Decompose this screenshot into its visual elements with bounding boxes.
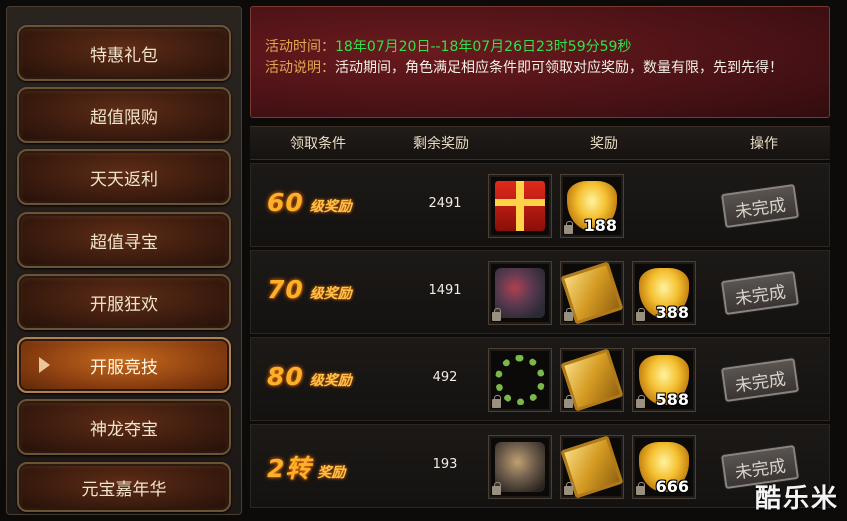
- lock-icon: [492, 308, 501, 321]
- header-remaining: 剩余奖励: [413, 136, 469, 152]
- reward-count: 188: [583, 216, 617, 235]
- reward-slot[interactable]: 588: [632, 348, 696, 412]
- activity-desc-value: 活动期间，角色满足相应条件即可领取对应奖励，数量有限，先到先得！: [335, 60, 783, 76]
- remaining-count: 193: [432, 457, 458, 472]
- level-condition: 60 级奖励: [267, 188, 352, 222]
- activity-time-label: 活动时间：: [265, 39, 335, 55]
- table-row: 2转 奖励 193 666 未完成: [250, 424, 830, 508]
- sidebar-item-label: 超值寻宝: [90, 232, 158, 253]
- sidebar-item-tiantian-fanli[interactable]: 天天返利: [17, 149, 231, 205]
- reward-count: 588: [655, 390, 689, 409]
- reward-slot[interactable]: 188: [560, 174, 624, 238]
- armor-icon: [495, 268, 545, 318]
- sidebar-item-label: 开服竞技: [90, 357, 158, 378]
- lock-icon: [636, 308, 645, 321]
- level-number: 2转: [267, 454, 312, 483]
- selected-arrow-icon: [39, 357, 50, 373]
- incomplete-button[interactable]: 未完成: [720, 184, 800, 228]
- reward-slot[interactable]: [488, 174, 552, 238]
- lock-icon: [492, 482, 501, 495]
- header-condition: 领取条件: [290, 136, 346, 152]
- lock-icon: [564, 395, 573, 408]
- sidebar-item-shenlong-duobao[interactable]: 神龙夺宝: [17, 399, 231, 455]
- lock-icon: [636, 395, 645, 408]
- level-condition: 70 级奖励: [267, 275, 352, 309]
- remaining-count: 2491: [428, 196, 462, 211]
- sidebar-item-label: 神龙夺宝: [90, 419, 158, 440]
- site-watermark: 酷乐米: [754, 484, 839, 514]
- reward-count: 666: [655, 477, 689, 496]
- reward-slot[interactable]: 666: [632, 435, 696, 499]
- reward-slot[interactable]: [488, 435, 552, 499]
- lock-icon: [564, 221, 573, 234]
- reward-slot[interactable]: [488, 261, 552, 325]
- level-number: 60: [267, 188, 304, 217]
- level-condition: 80 级奖励: [267, 362, 352, 396]
- sidebar-item-kaifu-jingji[interactable]: 开服竞技: [17, 337, 231, 393]
- activity-desc-line: 活动说明：活动期间，角色满足相应条件即可领取对应奖励，数量有限，先到先得！: [265, 58, 815, 79]
- level-condition: 2转 奖励: [267, 449, 345, 483]
- table-row: 60 级奖励 2491 188 未完成: [250, 163, 830, 247]
- lock-icon: [492, 395, 501, 408]
- activity-info-banner: 活动时间：18年07月20日--18年07月26日23时59分59秒 活动说明：…: [250, 6, 830, 118]
- level-suffix: 级奖励: [309, 286, 352, 302]
- activity-desc-label: 活动说明：: [265, 60, 335, 76]
- sidebar-item-label: 开服狂欢: [90, 294, 158, 315]
- reward-slot[interactable]: [488, 348, 552, 412]
- level-suffix: 级奖励: [309, 199, 352, 215]
- remaining-count: 1491: [428, 283, 462, 298]
- activity-time-line: 活动时间：18年07月20日--18年07月26日23时59分59秒: [265, 37, 815, 58]
- lock-icon: [564, 482, 573, 495]
- reward-table-header: 领取条件 剩余奖励 奖励 操作: [250, 126, 830, 160]
- armor-icon: [495, 442, 545, 492]
- bead-necklace-icon: [495, 355, 545, 405]
- header-action: 操作: [750, 136, 778, 152]
- incomplete-button[interactable]: 未完成: [720, 271, 800, 315]
- sidebar-item-label: 天天返利: [90, 169, 158, 190]
- sidebar-item-tehui-libao[interactable]: 特惠礼包: [17, 25, 231, 81]
- table-row: 70 级奖励 1491 388 未完成: [250, 250, 830, 334]
- level-number: 70: [267, 275, 304, 304]
- activity-time-value: 18年07月20日--18年07月26日23时59分59秒: [335, 39, 632, 55]
- activity-sidebar: 特惠礼包 超值限购 天天返利 超值寻宝 开服狂欢 开服竞技 神龙夺宝 元宝嘉年华: [6, 6, 242, 515]
- sidebar-item-yuanbao-jianianhua[interactable]: 元宝嘉年华: [17, 462, 231, 512]
- level-suffix: 级奖励: [309, 373, 352, 389]
- sidebar-item-label: 元宝嘉年华: [81, 479, 167, 500]
- level-suffix: 奖励: [317, 465, 346, 481]
- incomplete-button[interactable]: 未完成: [720, 358, 800, 402]
- reward-slot[interactable]: [560, 261, 624, 325]
- reward-slot[interactable]: [560, 435, 624, 499]
- remaining-count: 492: [432, 370, 458, 385]
- sidebar-item-label: 超值限购: [90, 107, 158, 128]
- sidebar-item-chaozhi-xiangou[interactable]: 超值限购: [17, 87, 231, 143]
- sidebar-item-label: 特惠礼包: [90, 45, 158, 66]
- reward-slot[interactable]: [560, 348, 624, 412]
- reward-slot[interactable]: 388: [632, 261, 696, 325]
- sidebar-item-chaozhi-xunbao[interactable]: 超值寻宝: [17, 212, 231, 268]
- activity-panel: 活动时间：18年07月20日--18年07月26日23时59分59秒 活动说明：…: [250, 6, 841, 515]
- lock-icon: [564, 308, 573, 321]
- reward-count: 388: [655, 303, 689, 322]
- table-row: 80 级奖励 492 588 未完成: [250, 337, 830, 421]
- level-number: 80: [267, 362, 304, 391]
- sidebar-item-kaifu-kuanghuan[interactable]: 开服狂欢: [17, 274, 231, 330]
- gift-box-icon: [495, 181, 545, 231]
- lock-icon: [636, 482, 645, 495]
- header-reward: 奖励: [590, 136, 618, 152]
